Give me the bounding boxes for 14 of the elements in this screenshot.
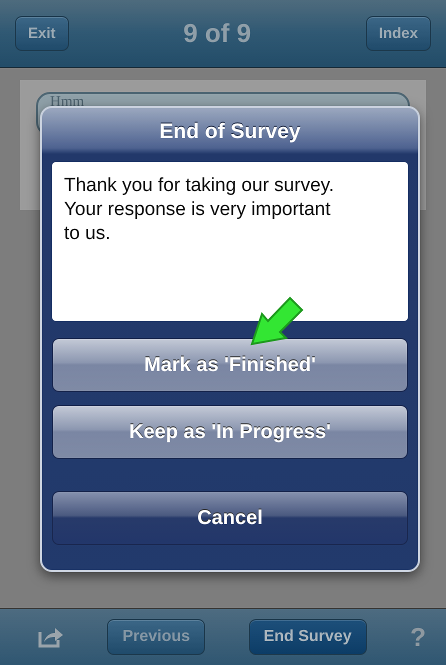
dialog-message: Thank you for taking our survey. Your response is very important to us. (52, 162, 408, 322)
exit-button[interactable]: Exit (15, 16, 69, 51)
cancel-button[interactable]: Cancel (52, 491, 408, 546)
option-button[interactable]: Keep as 'In Progress' (52, 405, 408, 460)
index-button[interactable]: Index (366, 16, 431, 51)
dialog-title: End of Survey (159, 120, 301, 144)
option-button[interactable]: Mark as 'Finished' (52, 338, 408, 392)
toolbar-button[interactable]: End Survey (248, 619, 367, 655)
help-button[interactable]: ? (410, 622, 426, 652)
share-icon[interactable] (38, 626, 64, 648)
pointer-arrow-icon (250, 294, 306, 346)
page-counter: 9 of 9 (183, 18, 252, 49)
bubble-text: Hmm (50, 95, 84, 110)
toolbar-button[interactable]: Previous (107, 619, 206, 655)
